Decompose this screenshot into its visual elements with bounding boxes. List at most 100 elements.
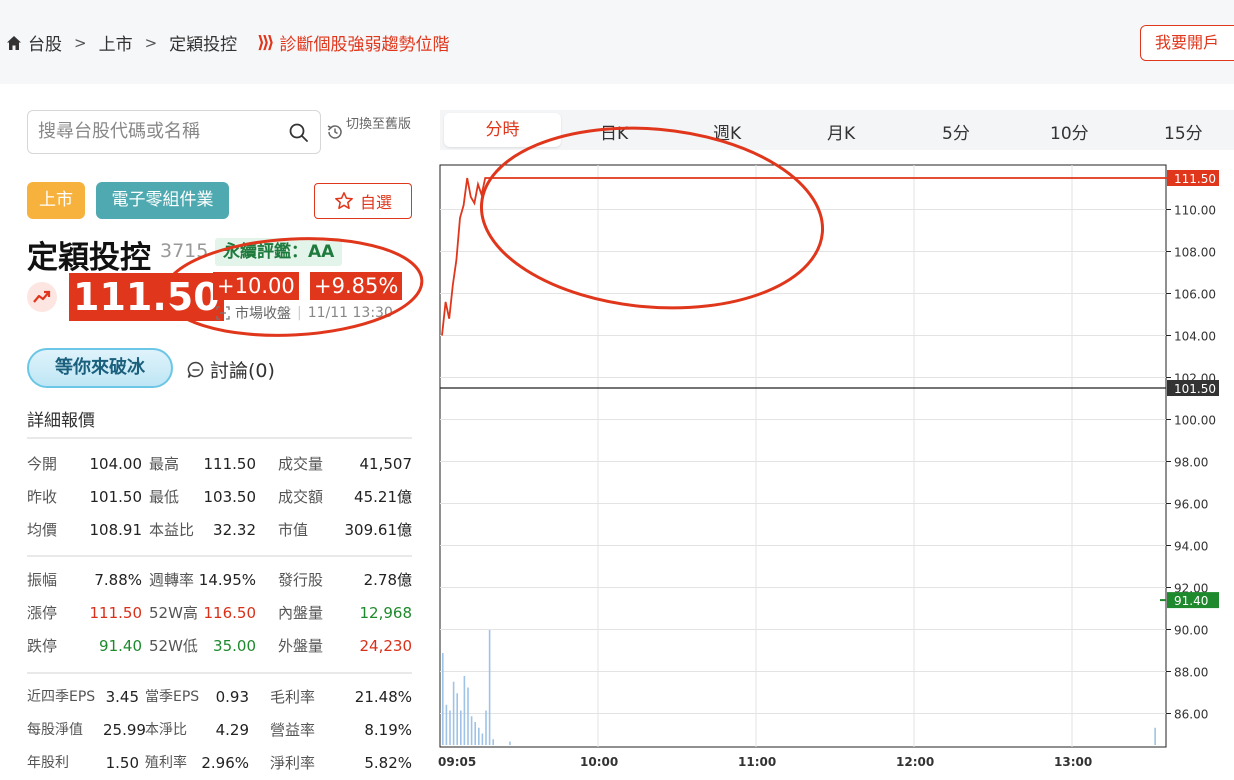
volume-bar <box>460 710 462 745</box>
volume-bar <box>474 722 476 745</box>
breadcrumb-item-market-tw[interactable]: 台股 <box>28 30 62 55</box>
reference-price-label: 101.50 <box>1174 382 1216 396</box>
volume-bar <box>488 630 491 745</box>
gross-margin-value: 21.48% <box>354 688 412 706</box>
status-divider: | <box>297 305 302 321</box>
divider <box>27 672 412 674</box>
industry-tag[interactable]: 電子零組件業 <box>96 182 229 219</box>
volume-bar <box>481 733 484 745</box>
add-watchlist-button[interactable]: 自選 <box>314 183 412 219</box>
switch-old-version-link[interactable]: 切換至舊版 <box>326 117 416 141</box>
discussion-link[interactable]: 討論(0) <box>186 356 275 383</box>
y-tick-label: 90.00 <box>1174 624 1208 638</box>
divider <box>27 555 412 557</box>
chat-bubble-icon <box>187 361 204 378</box>
turnover-label: 成交額 <box>278 488 324 506</box>
breadcrumb: 台股 > 上市 > 定穎投控 ⟩⟩⟩ 診斷個股強弱趨勢位階 <box>6 30 449 55</box>
chart-period-tabs: 分時 日K 週K 月K 5分 10分 15分 <box>440 110 1234 150</box>
breadcrumb-item-listed[interactable]: 上市 <box>99 30 133 55</box>
volume-bar <box>485 710 487 745</box>
dividend-label: 年股利 <box>27 755 69 771</box>
market-closed-icon <box>216 306 230 320</box>
open-account-button[interactable]: 我要開戶 <box>1140 25 1234 61</box>
tab-15min[interactable]: 15分 <box>1164 119 1203 144</box>
home-icon[interactable] <box>6 35 22 51</box>
triple-arrow-icon: ⟩⟩⟩ <box>257 32 274 53</box>
y-tick-label: 104.00 <box>1174 330 1216 344</box>
search-input[interactable] <box>38 121 278 142</box>
operating-margin-value: 8.19% <box>364 721 412 739</box>
outer-volume-value: 24,230 <box>359 637 413 655</box>
52w-low-label: 52W低 <box>149 637 198 655</box>
inner-volume-value: 12,968 <box>359 604 413 622</box>
market-status: 市場收盤 | 11/11 13:30 <box>216 303 393 323</box>
volume-bar <box>456 693 458 745</box>
chevron-right-icon: > <box>144 33 158 52</box>
yield-value: 2.96% <box>201 754 249 772</box>
pb-label: 本淨比 <box>145 722 187 738</box>
breadcrumb-item-stock[interactable]: 定穎投控 <box>169 30 237 55</box>
x-tick-label: 11:00 <box>738 755 776 768</box>
net-margin-value: 5.82% <box>364 754 412 772</box>
pe-label: 本益比 <box>149 521 195 539</box>
y-tick-label: 106.00 <box>1174 288 1216 302</box>
limit-down-label: 跌停 <box>27 637 58 655</box>
top-bar: 台股 > 上市 > 定穎投控 ⟩⟩⟩ 診斷個股強弱趨勢位階 我要開戶 <box>0 0 1234 84</box>
turnover-value: 45.21億 <box>354 488 412 506</box>
volume-bars <box>442 630 1156 745</box>
market-tag[interactable]: 上市 <box>27 182 85 219</box>
y-tick-label: 100.00 <box>1174 414 1216 428</box>
watch-label: 自選 <box>359 193 392 212</box>
x-tick-label: 13:00 <box>1054 755 1092 768</box>
tab-intraday[interactable]: 分時 <box>444 113 561 147</box>
volume-bar <box>467 687 469 745</box>
volume-bar <box>442 653 444 745</box>
open-label: 今開 <box>27 455 58 473</box>
pb-value: 4.29 <box>215 721 249 739</box>
y-tick-label: 108.00 <box>1174 246 1216 260</box>
chart-axes: 110.00108.00106.00104.00102.00100.0098.0… <box>438 170 1219 768</box>
stock-search-box <box>27 110 321 154</box>
y-tick-label: 110.00 <box>1174 204 1216 218</box>
stock-code: 3715 <box>160 240 209 262</box>
chart-gridlines <box>439 164 1167 748</box>
trend-up-badge <box>27 282 57 312</box>
volume-bar <box>449 710 451 745</box>
quote-group-1: 今開 104.00 最高 111.50 成交量 41,507 昨收 101.50… <box>27 448 412 547</box>
last-price: 111.50 <box>69 273 224 321</box>
limit-up-label: 漲停 <box>27 604 58 622</box>
open-value: 104.00 <box>89 455 143 473</box>
star-icon <box>335 192 353 210</box>
dividend-value: 1.50 <box>105 754 139 772</box>
tab-10min[interactable]: 10分 <box>1050 119 1089 144</box>
52w-low-value: 35.00 <box>213 637 256 655</box>
volume-bar <box>509 741 511 745</box>
eps-quarter-label: 當季EPS <box>145 689 200 705</box>
divider <box>27 437 412 439</box>
intraday-chart[interactable]: 110.00108.00106.00104.00102.00100.0098.0… <box>438 163 1234 768</box>
outer-volume-label: 外盤量 <box>278 637 324 655</box>
volume-bar <box>452 681 455 745</box>
diagnose-link[interactable]: ⟩⟩⟩ 診斷個股強弱趨勢位階 <box>257 30 450 56</box>
quote-group-3: 近四季EPS 3.45 當季EPS 0.93 毛利率 21.48% 每股淨值 2… <box>27 681 412 780</box>
search-icon[interactable] <box>288 122 310 144</box>
y-tick-label: 86.00 <box>1174 708 1208 722</box>
x-tick-label: 12:00 <box>896 755 934 768</box>
tab-daily-k[interactable]: 日K <box>600 119 628 144</box>
eps-quarter-value: 0.93 <box>215 688 249 706</box>
tab-monthly-k[interactable]: 月K <box>827 119 855 144</box>
esg-rating-badge[interactable]: 永續評鑑：AA <box>215 238 343 266</box>
high-value: 111.50 <box>203 455 257 473</box>
tab-weekly-k[interactable]: 週K <box>713 119 741 144</box>
volume-bar <box>445 704 448 745</box>
last-price-label: 111.50 <box>1174 172 1216 186</box>
tab-5min[interactable]: 5分 <box>942 119 970 144</box>
amplitude-value: 7.88% <box>94 571 142 589</box>
52w-high-label: 52W高 <box>149 604 198 622</box>
pe-value: 32.32 <box>213 521 256 539</box>
history-icon <box>327 125 342 139</box>
icebreak-button[interactable]: 等你來破冰 <box>27 348 173 388</box>
diagnose-link-label: 診斷個股強弱趨勢位階 <box>279 35 450 55</box>
gross-margin-label: 毛利率 <box>270 688 316 706</box>
y-tick-label: 98.00 <box>1174 456 1208 470</box>
